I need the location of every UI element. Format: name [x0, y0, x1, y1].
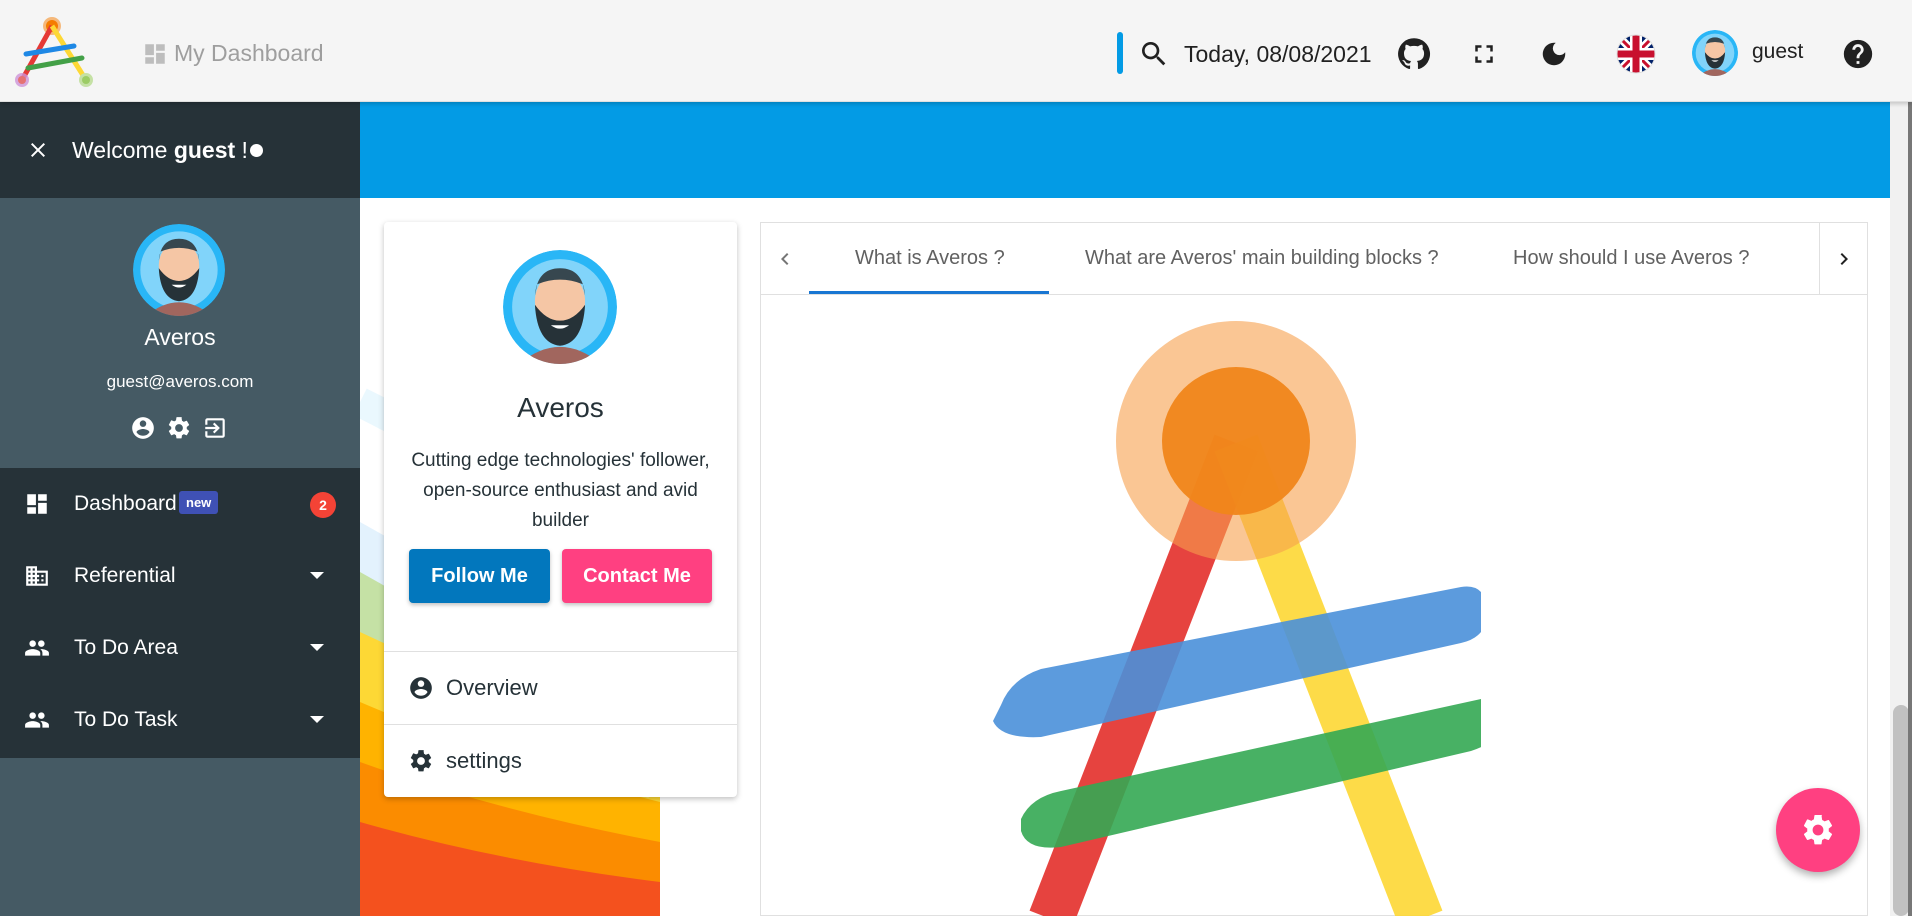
chevron-right-icon — [1840, 253, 1848, 265]
date-display: Today, 08/08/2021 — [1184, 41, 1372, 67]
header-username[interactable]: guest — [1752, 40, 1803, 64]
accent-divider — [1117, 32, 1123, 74]
follow-me-button[interactable]: Follow Me — [409, 549, 550, 603]
settings-label: settings — [446, 748, 522, 773]
people-icon — [25, 640, 49, 656]
people-icon — [25, 712, 49, 728]
profile-name: Averos — [517, 392, 604, 423]
help-icon[interactable] — [1840, 36, 1876, 72]
tab-bar: What is Averos ? What are Averos' main b… — [761, 223, 1867, 295]
scrollbar-thumb[interactable] — [1893, 705, 1909, 916]
sidebar-item-todo-area[interactable]: To Do Area — [0, 612, 360, 684]
welcome-header: Welcome guest ! — [0, 102, 360, 198]
sidebar: Welcome guest ! Averos guest@averos.com … — [0, 102, 360, 916]
my-dashboard-label: My Dashboard — [174, 40, 324, 66]
dashboard-icon — [27, 494, 47, 514]
welcome-text: Welcome guest ! — [72, 137, 248, 163]
sidebar-item-dashboard[interactable]: Dashboard new 2 — [0, 468, 360, 540]
profile-description: Cutting edge technologies' follower, ope… — [411, 450, 710, 531]
sidebar-item-label: Dashboard — [74, 492, 177, 515]
tab-scroll-right-button[interactable] — [1819, 223, 1867, 295]
sidebar-item-referential[interactable]: Referential — [0, 540, 360, 612]
overview-label: Overview — [446, 675, 538, 700]
tab-what-is-averos[interactable]: What is Averos ? — [855, 247, 1005, 270]
profile-card: Averos Cutting edge technologies' follow… — [384, 222, 737, 797]
sidebar-item-todo-task[interactable]: To Do Task — [0, 684, 360, 756]
overview-link[interactable]: Overview — [384, 652, 737, 724]
notification-count-badge: 2 — [310, 492, 336, 518]
settings-fab-button[interactable] — [1776, 788, 1860, 872]
account-circle-icon — [410, 677, 432, 699]
my-dashboard-link[interactable]: My Dashboard — [142, 40, 324, 67]
info-tabs-panel: What is Averos ? What are Averos' main b… — [760, 222, 1868, 916]
close-icon[interactable] — [26, 138, 50, 162]
top-bar: My Dashboard Today, 08/08/2021 guest — [0, 0, 1912, 102]
sidebar-profile-name: Averos — [144, 324, 216, 350]
tab-scroll-left-button[interactable] — [761, 223, 809, 295]
sidebar-profile-email: guest@averos.com — [106, 372, 254, 391]
sidebar-item-label: To Do Area — [74, 636, 178, 659]
user-avatar[interactable] — [1692, 30, 1738, 76]
welcome-username: guest — [173, 137, 236, 163]
sidebar-avatar — [133, 224, 225, 316]
dark-mode-icon[interactable] — [1536, 36, 1572, 72]
averos-logo-illustration — [993, 321, 1481, 916]
sidebar-item-label: To Do Task — [74, 708, 178, 731]
tab-building-blocks[interactable]: What are Averos' main building blocks ? — [1085, 247, 1439, 270]
business-icon — [26, 566, 48, 586]
status-dot — [250, 144, 263, 157]
tab-how-to-use[interactable]: How should I use Averos ? — [1513, 247, 1749, 270]
profile-avatar — [503, 250, 617, 364]
chevron-down-icon — [310, 644, 324, 651]
fullscreen-icon[interactable] — [1466, 36, 1502, 72]
search-icon[interactable] — [1138, 38, 1170, 70]
logout-icon[interactable] — [201, 414, 229, 442]
window-edge — [1908, 0, 1912, 916]
sidebar-menu: Dashboard new 2 Referential To Do Area T… — [0, 468, 360, 758]
contact-me-button[interactable]: Contact Me — [562, 549, 712, 603]
dashboard-icon — [145, 43, 165, 64]
chevron-down-icon — [310, 572, 324, 579]
active-tab-indicator — [809, 291, 1049, 294]
github-icon[interactable] — [1396, 36, 1432, 72]
account-circle-icon[interactable] — [129, 414, 157, 442]
chevron-left-icon — [781, 253, 789, 265]
uk-flag-icon[interactable] — [1616, 34, 1656, 74]
gear-icon — [1803, 814, 1833, 845]
averos-logo[interactable] — [10, 14, 98, 92]
gear-icon — [410, 750, 432, 772]
sidebar-item-label: Referential — [74, 564, 176, 587]
header-banner — [360, 102, 1890, 198]
gear-icon[interactable] — [165, 414, 193, 442]
chevron-down-icon — [310, 716, 324, 723]
new-badge: new — [179, 491, 219, 514]
settings-link[interactable]: settings — [384, 725, 737, 797]
profile-actions — [129, 414, 229, 442]
